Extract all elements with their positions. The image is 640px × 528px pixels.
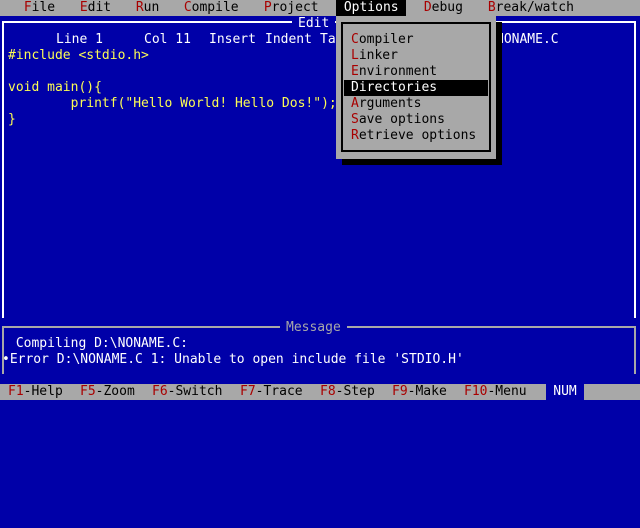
menu-bar: File Edit Run Compile Project Options De… [0,0,640,16]
options-item-directories[interactable]: Directories [344,80,488,96]
editor-title: Edit [292,16,336,32]
menu-project[interactable]: Project [256,0,326,16]
code-line[interactable]: printf("Hello World! Hello Dos!"); [8,96,337,112]
options-item-linker[interactable]: Linker [344,48,488,64]
column-indicator: Col 11 [144,32,191,47]
help-f7[interactable]: F7-Trace [240,384,303,400]
help-f1[interactable]: F1-Help [8,384,63,400]
menu-break-watch[interactable]: Break/watch [480,0,582,16]
options-item-compiler[interactable]: Compiler [344,32,488,48]
menu-options[interactable]: Options [336,0,407,16]
message-window-title: Message [280,320,347,336]
tab-mode-indicator: Ta [320,32,336,47]
options-item-retrieve-options[interactable]: Retrieve options [344,128,488,144]
editor-window [2,21,636,318]
editor-filename: NONAME.C [496,32,559,47]
indent-mode-indicator: Indent [265,32,312,47]
options-item-arguments[interactable]: Arguments [344,96,488,112]
menu-edit[interactable]: Edit [72,0,119,16]
code-line[interactable]: void main(){ [8,80,102,96]
help-f6[interactable]: F6-Switch [152,384,222,400]
line-indicator: Line 1 [56,32,103,47]
insert-mode-indicator: Insert [209,32,256,47]
num-lock-indicator: NUM [546,384,584,400]
help-f8[interactable]: F8-Step [320,384,375,400]
menu-file[interactable]: File [16,0,63,16]
help-bar: F1-Help F5-Zoom F6-Switch F7-Trace F8-St… [0,384,640,400]
menu-run[interactable]: Run [128,0,167,16]
help-f10[interactable]: F10-Menu [464,384,527,400]
options-item-save-options[interactable]: Save options [344,112,488,128]
menu-compile[interactable]: Compile [176,0,246,16]
message-line[interactable]: •Error D:\NONAME.C 1: Unable to open inc… [2,352,464,368]
message-line[interactable]: Compiling D:\NONAME.C: [8,336,188,352]
help-f5[interactable]: F5-Zoom [80,384,135,400]
help-f9[interactable]: F9-Make [392,384,447,400]
code-line[interactable]: } [8,112,16,128]
code-line[interactable]: #include <stdio.h> [8,48,149,64]
options-item-environment[interactable]: Environment [344,64,488,80]
menu-debug[interactable]: Debug [416,0,471,16]
